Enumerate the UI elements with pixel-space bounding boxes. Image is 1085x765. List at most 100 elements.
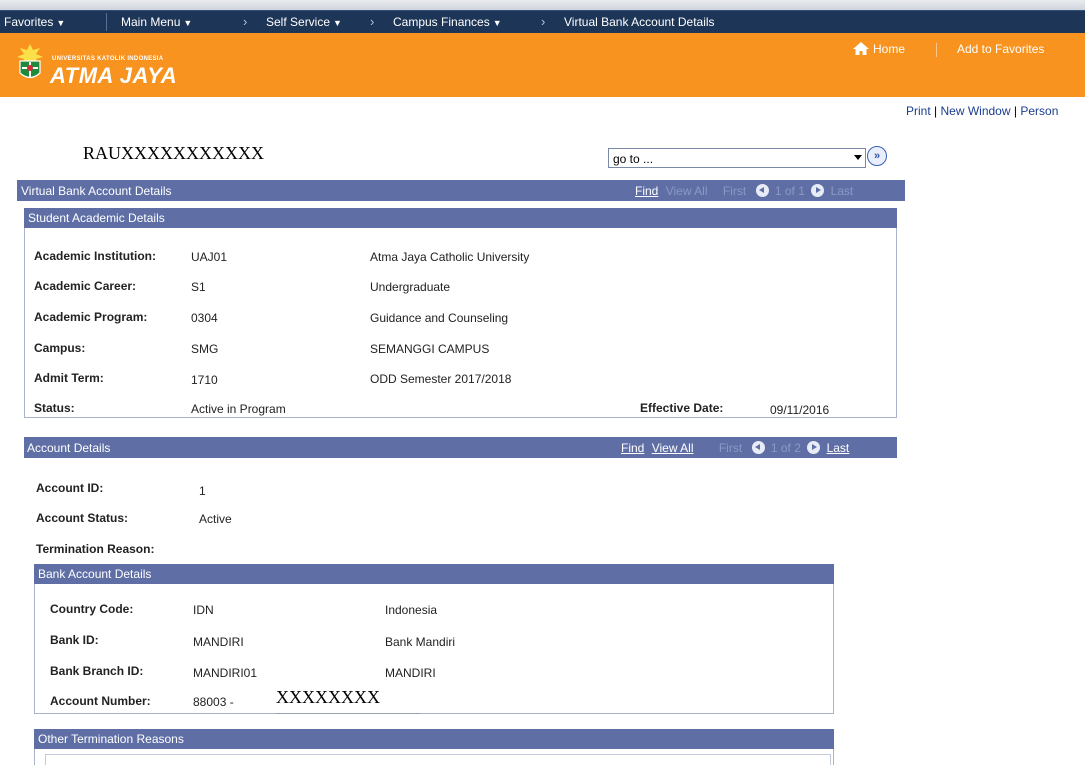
account-find-link[interactable]: Find [621,441,644,455]
field-label: Status: [34,401,75,415]
admit-term-description: ODD Semester 2017/2018 [370,372,512,386]
crest-icon [17,44,43,79]
career-code: S1 [191,280,206,294]
field-label: Academic Institution: [34,249,157,263]
print-link[interactable]: Print [906,104,931,118]
field-label: Campus: [34,341,86,355]
account-first: First [718,441,743,455]
next-icon[interactable] [807,441,821,454]
breadcrumb-label: Campus Finances [393,15,490,29]
breadcrumb-separator-icon: › [541,14,546,29]
breadcrumb-label: Virtual Bank Account Details [564,15,715,29]
other-termination-title: Other Termination Reasons [38,732,184,746]
menu-bar: Favorites ▼ Main Menu ▼ › Self Service ▼ › … [0,10,1085,33]
field-label: Admit Term: [34,371,104,385]
other-termination-header: Other Termination Reasons [34,729,834,749]
previous-icon[interactable] [755,184,769,197]
new-window-link[interactable]: New Window [941,104,1011,118]
vbad-title: Virtual Bank Account Details [21,184,172,198]
field-label: Account Status: [36,511,129,525]
breadcrumb-campus-finances[interactable]: Campus Finances ▼ [393,15,502,29]
main-menu-label: Main Menu [121,15,181,29]
university-logo[interactable]: UNIVERSITAS KATOLIK INDONESIA ATMA JAYA [16,39,186,93]
field-label: Academic Career: [34,279,137,293]
field-label: Country Code: [50,602,134,616]
account-number-masked: XXXXXXXX [276,687,380,707]
termination-reasons-field[interactable] [45,754,831,765]
bank-details-header: Bank Account Details [34,564,834,584]
personalize-link[interactable]: Person [1020,104,1058,118]
dropdown-arrow-icon [854,155,862,160]
field-label: Effective Date: [640,401,724,415]
add-to-favorites-link[interactable]: Add to Favorites [957,42,1044,56]
branch-id-value: MANDIRI01 [193,666,258,680]
top-navigation: Favorites ▼ Main Menu ▼ › Self Service ▼ › … [0,0,1085,36]
country-code-value: IDN [193,603,214,617]
field-label: Account Number: [50,694,151,708]
student-name: RAUXXXXXXXXXXX [83,143,264,163]
vbad-find-link[interactable]: Find [635,184,658,198]
home-link[interactable]: Home [853,42,905,56]
breadcrumb-self-service[interactable]: Self Service ▼ [266,15,342,29]
admit-term-code: 1710 [191,373,218,387]
field-label: Academic Program: [34,310,148,324]
account-status-value: Active [199,512,232,526]
home-icon [853,42,869,55]
program-code: 0304 [191,311,218,325]
breadcrumb-current-page: Virtual Bank Account Details [564,15,715,29]
vbad-last: Last [830,184,854,198]
program-status-value: Active in Program [191,402,286,416]
account-id-value: 1 [199,484,206,498]
chevron-down-icon: ▼ [492,18,502,28]
campus-description: SEMANGGI CAMPUS [370,342,490,356]
bank-id-value: MANDIRI [193,635,244,649]
academic-details-title: Student Academic Details [28,211,165,225]
career-description: Undergraduate [370,280,451,294]
account-view-all-link[interactable]: View All [652,441,694,455]
institution-code: UAJ01 [191,250,228,264]
utility-separator: | [1013,104,1017,118]
nav-divider [106,13,107,31]
header-banner: UNIVERSITAS KATOLIK INDONESIA ATMA JAYA … [0,33,1085,97]
main-menu[interactable]: Main Menu ▼ [121,15,192,29]
vbad-count: 1 of 1 [774,184,805,198]
utility-links: Print | New Window | Person [906,104,1058,118]
previous-icon[interactable] [751,441,765,454]
account-number-underline [276,713,420,714]
campus-code: SMG [191,342,219,356]
country-description: Indonesia [385,603,438,617]
goto-value: go to ... [613,152,654,166]
banner-divider [936,43,937,57]
field-label: Bank Branch ID: [50,664,144,678]
chevron-down-icon: ▼ [333,18,342,28]
top-strip [0,0,1085,10]
chevron-down-icon: ▼ [56,18,66,28]
favorites-menu[interactable]: Favorites ▼ [4,15,65,29]
chevron-down-icon: ▼ [183,18,193,28]
breadcrumb-separator-icon: › [370,14,375,29]
goto-button[interactable]: » [867,146,887,166]
account-number-prefix: 88003 - [193,695,234,709]
favorites-label: Favorites [4,15,54,29]
vbad-header: Virtual Bank Account Details Find View A… [17,180,905,201]
vbad-pager: Find View All First 1 of 1 Last [635,184,853,198]
account-details-title: Account Details [27,441,111,455]
utility-separator: | [934,104,938,118]
effective-date-value: 09/11/2016 [770,403,830,417]
home-label: Home [873,42,906,56]
vbad-first: First [722,184,747,198]
account-last-link[interactable]: Last [827,441,850,455]
program-description: Guidance and Counseling [370,311,509,325]
bank-details-title: Bank Account Details [38,567,152,581]
next-icon[interactable] [811,184,825,197]
goto-select[interactable]: go to ... [608,148,866,168]
vbad-view-all: View All [665,184,708,198]
academic-details-header: Student Academic Details [24,208,897,228]
logo-subtitle: UNIVERSITAS KATOLIK INDONESIA [52,56,164,62]
account-details-header: Account Details Find View All First 1 of… [24,437,897,458]
institution-description: Atma Jaya Catholic University [370,250,530,264]
field-label: Account ID: [36,481,104,495]
breadcrumb-label: Self Service [266,15,331,29]
branch-description: MANDIRI [385,666,436,680]
field-label: Bank ID: [50,633,99,647]
